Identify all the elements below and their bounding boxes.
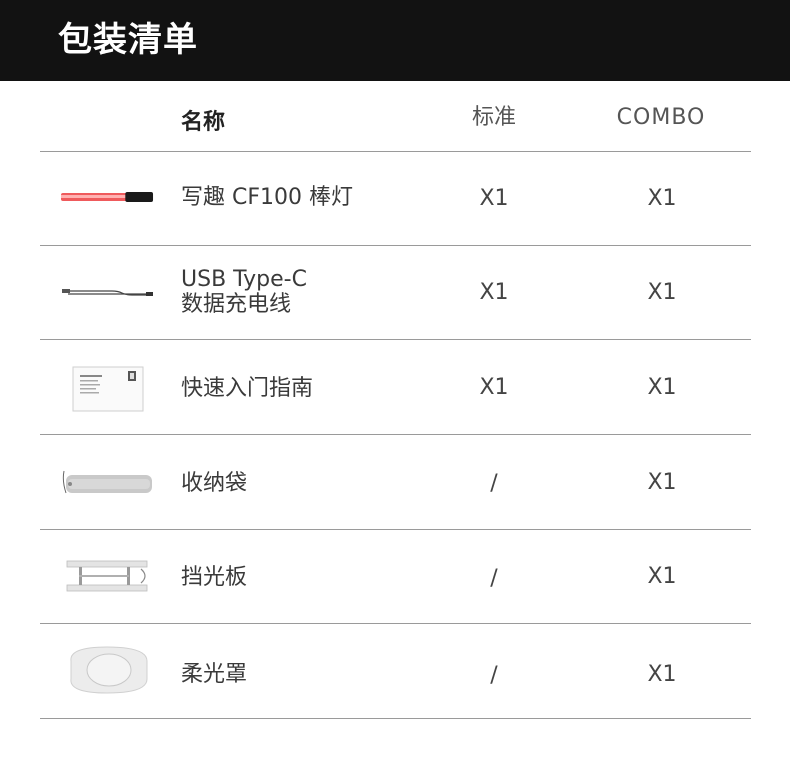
standard-qty: / (490, 471, 498, 496)
table-row: 快速入门指南 X1 X1 (40, 340, 751, 434)
item-name: 挡光板 (181, 565, 248, 590)
item-name: 快速入门指南 (181, 376, 314, 401)
standard-qty: / (490, 566, 498, 591)
column-header-standard: 标准 (471, 105, 516, 130)
storage-bag-icon (60, 465, 155, 499)
combo-qty: X1 (647, 186, 677, 211)
column-header-name: 名称 (181, 110, 226, 135)
light-wand-icon (60, 182, 155, 212)
usb-cable-icon (60, 276, 155, 308)
table-row: USB Type-C 数据充电线 X1 X1 (40, 246, 751, 339)
item-name: USB Type-C (181, 267, 307, 292)
combo-qty: X1 (647, 280, 677, 305)
table-divider (40, 718, 751, 719)
item-name: 柔光罩 (181, 662, 248, 687)
standard-qty: / (490, 663, 498, 688)
standard-qty: X1 (479, 186, 509, 211)
page-title: 包装清单 (58, 20, 198, 60)
item-name: 收纳袋 (181, 471, 248, 496)
item-name-line2: 数据充电线 (181, 292, 292, 317)
combo-qty: X1 (647, 662, 677, 687)
table-row: 收纳袋 / X1 (40, 435, 751, 529)
diffuser-icon (60, 642, 155, 698)
quick-guide-icon (60, 366, 155, 412)
standard-qty: X1 (479, 280, 509, 305)
page-header: 包装清单 (0, 0, 790, 81)
combo-qty: X1 (647, 564, 677, 589)
combo-qty: X1 (647, 375, 677, 400)
table-row: 写趣 CF100 棒灯 X1 X1 (40, 152, 751, 245)
table-row: 挡光板 / X1 (40, 530, 751, 623)
item-name: 写趣 CF100 棒灯 (181, 185, 353, 210)
combo-qty: X1 (647, 470, 677, 495)
column-header-combo: COMBO (616, 105, 706, 130)
barn-door-icon (60, 558, 155, 594)
standard-qty: X1 (479, 375, 509, 400)
table-row: 柔光罩 / X1 (40, 624, 751, 718)
